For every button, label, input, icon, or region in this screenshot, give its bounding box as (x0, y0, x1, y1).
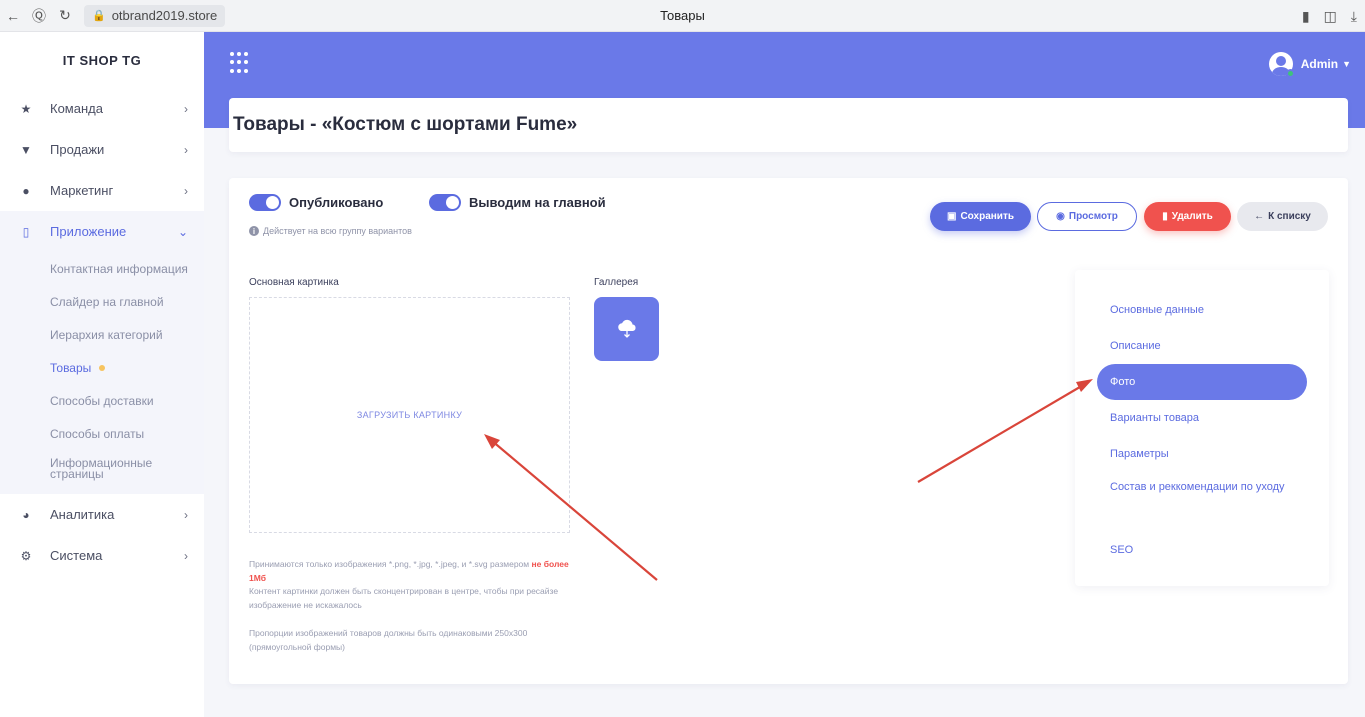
chevron-right-icon: › (184, 548, 188, 563)
main-image-label: Основная картинка (249, 277, 339, 288)
sidebar-item-system[interactable]: ⚙ Система › (0, 535, 204, 576)
delete-button[interactable]: ▮ Удалить (1144, 202, 1231, 231)
sidebar-item-label: Команда (50, 101, 103, 116)
sidebar-item-analytics[interactable]: ◕ Аналитика › (0, 494, 204, 535)
sidebar-item-sales[interactable]: ▼ Продажи › (0, 129, 204, 170)
save-button[interactable]: ▣ Сохранить (930, 202, 1031, 231)
cart-icon: ▼ (20, 142, 32, 157)
yandex-icon[interactable]: Ⓠ (26, 0, 52, 32)
apps-grid-icon[interactable] (230, 52, 252, 74)
toggle-switch[interactable] (429, 194, 461, 211)
bookmark-icon[interactable]: ▮ (1302, 8, 1310, 25)
submenu-item-products[interactable]: Товары (0, 351, 204, 384)
published-toggle[interactable]: Опубликовано (249, 194, 383, 211)
cloud-upload-icon (617, 319, 636, 338)
sidebar: IT SHOP TG ★ Команда › ▼ Продажи › ● Мар… (0, 32, 204, 717)
submenu-item-label: Товары (50, 360, 92, 375)
caret-down-icon: ▼ (1342, 59, 1351, 69)
brand-logo[interactable]: IT SHOP TG (0, 32, 204, 88)
phone-icon: ▯ (22, 224, 30, 239)
nav-parameters[interactable]: Параметры (1097, 436, 1307, 472)
submenu-item-contacts[interactable]: Контактная информация (0, 252, 204, 285)
main-image-dropzone[interactable]: ЗАГРУЗИТЬ КАРТИНКУ (249, 297, 570, 533)
extension-icon[interactable]: ◫ (1324, 8, 1337, 25)
preview-label: Просмотр (1068, 211, 1118, 222)
active-dot-icon (99, 364, 106, 371)
trash-icon: ▮ (1162, 211, 1168, 222)
delete-label: Удалить (1171, 211, 1213, 222)
online-status-icon (1285, 69, 1295, 78)
nav-seo[interactable]: SEO (1097, 532, 1307, 568)
nav-composition[interactable]: Состав и реккомендации по уходу (1097, 472, 1307, 532)
hint-text: Действует на всю группу вариантов (263, 226, 412, 236)
gears-icon: ⚙ (20, 548, 32, 563)
title-card: Товары - «Костюм с шортами Fume» (229, 98, 1348, 152)
nav-photo[interactable]: Фото (1097, 364, 1307, 400)
info-icon: i (249, 226, 259, 236)
upload-image-link[interactable]: ЗАГРУЗИТЬ КАРТИНКУ (357, 410, 462, 420)
image-ratio-note: Пропорции изображений товаров должны быт… (249, 628, 528, 652)
submenu-item-slider[interactable]: Слайдер на главной (0, 285, 204, 318)
preview-button[interactable]: ◉ Просмотр (1037, 202, 1137, 231)
user-menu[interactable]: Admin ▼ (1268, 52, 1351, 78)
sidebar-item-label: Продажи (50, 142, 105, 157)
nav-description[interactable]: Описание (1097, 328, 1307, 364)
reload-icon[interactable]: ↻ (52, 0, 78, 32)
eye-icon: ◉ (1056, 211, 1065, 222)
submenu-item-payment[interactable]: Способы оплаты (0, 417, 204, 450)
gallery-upload-button[interactable] (594, 297, 659, 361)
back-label: К списку (1268, 211, 1311, 222)
featured-toggle[interactable]: Выводим на главной (429, 194, 606, 211)
lock-icon: 🔒 (92, 10, 106, 22)
product-editor-card: Опубликовано Выводим на главной i Действ… (229, 178, 1348, 684)
nav-main-data[interactable]: Основные данные (1097, 292, 1307, 328)
chevron-right-icon: › (184, 101, 188, 116)
pie-chart-icon: ◕ (22, 507, 30, 522)
download-icon[interactable]: ⤓ (1351, 8, 1357, 25)
nav-variants[interactable]: Варианты товара (1097, 400, 1307, 436)
sidebar-item-label: Аналитика (50, 507, 115, 522)
chevron-right-icon: › (184, 142, 188, 157)
submenu-item-delivery[interactable]: Способы доставки (0, 384, 204, 417)
chevron-right-icon: › (184, 183, 188, 198)
product-sections-nav: Основные данные Описание Фото Варианты т… (1075, 270, 1329, 586)
toggle-label: Выводим на главной (469, 195, 606, 210)
user-name: Admin (1300, 57, 1339, 71)
arrow-left-icon: ← (1254, 211, 1265, 222)
address-bar[interactable]: 🔒 otbrand2019.store (84, 4, 226, 27)
back-to-list-button[interactable]: ← К списку (1237, 202, 1328, 231)
address-text: otbrand2019.store (111, 8, 218, 23)
back-arrow-icon[interactable]: ← (0, 0, 26, 32)
sidebar-item-marketing[interactable]: ● Маркетинг › (0, 170, 204, 211)
gallery-label: Галлерея (594, 277, 639, 288)
submenu-item-info-pages[interactable]: Информационные страницы (0, 450, 204, 488)
submenu-item-categories[interactable]: Иерархия категорий (0, 318, 204, 351)
toggle-label: Опубликовано (289, 195, 384, 210)
app-submenu: Контактная информация Слайдер на главной… (0, 252, 204, 494)
chevron-down-icon: ⌄ (177, 224, 188, 239)
sidebar-item-label: Маркетинг (50, 183, 114, 198)
browser-toolbar: ← Ⓠ ↻ 🔒 otbrand2019.store Товары ▮ ◫ ⤓ (0, 0, 1365, 32)
sidebar-item-app[interactable]: ▯ Приложение ⌄ (0, 211, 204, 252)
page-title: Товары - «Костюм с шортами Fume» (233, 114, 578, 135)
floppy-icon: ▣ (947, 211, 957, 222)
sidebar-item-label: Приложение (50, 224, 127, 239)
image-requirements: Принимаются только изображения *.png, *.… (249, 559, 569, 610)
sidebar-item-team[interactable]: ★ Команда › (0, 88, 204, 129)
marketing-icon: ● (22, 183, 30, 198)
team-icon: ★ (20, 101, 32, 116)
sidebar-item-label: Система (50, 548, 103, 563)
toggle-switch[interactable] (249, 194, 281, 211)
variant-hint: i Действует на всю группу вариантов (249, 226, 412, 236)
chevron-right-icon: › (184, 507, 188, 522)
save-label: Сохранить (960, 211, 1014, 222)
